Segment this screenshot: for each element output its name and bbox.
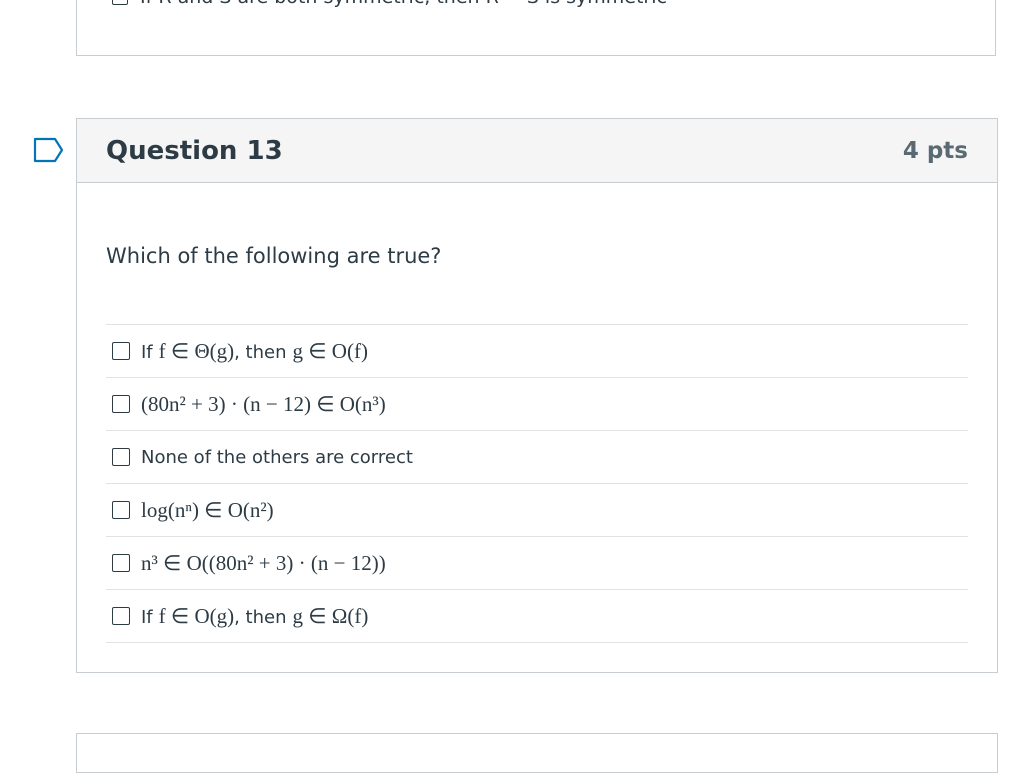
answer-checkbox[interactable] xyxy=(112,554,130,572)
previous-question-card: If R and S are both symmetric, then R − … xyxy=(76,0,996,56)
question-header: Question 13 4 pts xyxy=(77,119,997,183)
previous-answer-item[interactable]: If R and S are both symmetric, then R − … xyxy=(112,0,667,10)
answer-label: (80n² + 3) · (n − 12) ∈ O(n³) xyxy=(141,391,386,416)
answer-checkbox[interactable] xyxy=(112,395,130,413)
answer-checkbox[interactable] xyxy=(112,448,130,466)
answer-checkbox[interactable] xyxy=(112,501,130,519)
answer-checkbox[interactable] xyxy=(112,607,130,625)
answer-checkbox[interactable] xyxy=(112,342,130,360)
answer-label: If f ∈ O(g) , then g ∈ Ω(f) xyxy=(141,603,369,628)
answer-list: If f ∈ Θ(g) , then g ∈ O(f) (80n² + 3) ·… xyxy=(106,324,968,643)
answer-option-5[interactable]: n³ ∈ O((80n² + 3) · (n − 12)) xyxy=(106,537,968,590)
answer-checkbox[interactable] xyxy=(112,0,128,5)
previous-answer-text: If R and S are both symmetric, then R − … xyxy=(140,0,667,8)
next-question-card xyxy=(76,733,998,773)
answer-label: If f ∈ Θ(g) , then g ∈ O(f) xyxy=(141,338,368,363)
question-card: Question 13 4 pts Which of the following… xyxy=(76,118,998,673)
answer-label: log(nⁿ) ∈ O(n²) xyxy=(141,497,274,522)
answer-option-4[interactable]: log(nⁿ) ∈ O(n²) xyxy=(106,484,968,537)
answer-option-3[interactable]: None of the others are correct xyxy=(106,431,968,484)
question-prompt: Which of the following are true? xyxy=(106,244,442,268)
question-title: Question 13 xyxy=(106,135,283,166)
answer-label: None of the others are correct xyxy=(141,446,413,468)
answer-option-1[interactable]: If f ∈ Θ(g) , then g ∈ O(f) xyxy=(106,325,968,378)
answer-option-2[interactable]: (80n² + 3) · (n − 12) ∈ O(n³) xyxy=(106,378,968,431)
flag-icon[interactable] xyxy=(33,137,65,163)
answer-label: n³ ∈ O((80n² + 3) · (n − 12)) xyxy=(141,550,386,575)
answer-option-6[interactable]: If f ∈ O(g) , then g ∈ Ω(f) xyxy=(106,590,968,643)
question-points: 4 pts xyxy=(902,137,968,164)
